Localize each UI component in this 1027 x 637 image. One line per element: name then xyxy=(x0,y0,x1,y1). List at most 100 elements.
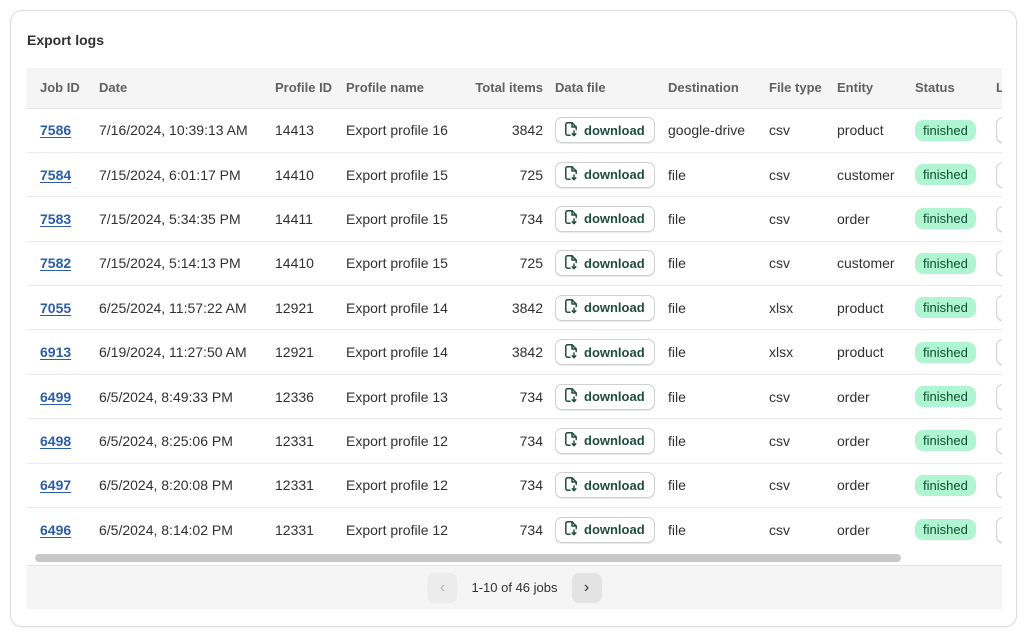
cell-destination: google-drive xyxy=(662,108,763,153)
cell-destination: file xyxy=(662,329,763,375)
table-footer: ‹ 1-10 of 46 jobs › xyxy=(27,565,1002,609)
job-id-link[interactable]: 6913 xyxy=(40,344,71,360)
cell-job-id: 6498 xyxy=(27,418,93,464)
cell-file-type: csv xyxy=(763,418,831,464)
scrollbar-thumb[interactable] xyxy=(35,554,901,562)
job-id-link[interactable]: 7582 xyxy=(40,255,71,271)
job-id-link[interactable]: 6498 xyxy=(40,433,71,449)
cell-date: 6/25/2024, 11:57:22 AM xyxy=(93,285,269,331)
cell-job-id: 7582 xyxy=(27,241,93,287)
table-row: 6498 6/5/2024, 8:25:06 PM 12331 Export prof… xyxy=(27,418,1002,464)
download-button[interactable]: download xyxy=(555,472,655,499)
view-logs-button[interactable] xyxy=(996,516,1002,543)
cell-profile-name: Export profile 12 xyxy=(340,418,466,464)
download-button[interactable]: download xyxy=(555,294,655,321)
status-badge: finished xyxy=(915,252,976,274)
col-header-total-items: Total items xyxy=(466,68,549,109)
download-label: download xyxy=(584,477,645,493)
cell-logs xyxy=(990,329,1002,375)
cell-data-file: download xyxy=(549,374,662,420)
download-button[interactable]: download xyxy=(555,250,655,277)
prev-page-button[interactable]: ‹ xyxy=(427,572,458,603)
cell-date: 6/19/2024, 11:27:50 AM xyxy=(93,329,269,375)
cell-file-type: csv xyxy=(763,463,831,509)
pagination: ‹ 1-10 of 46 jobs › xyxy=(427,572,602,603)
view-logs-button[interactable] xyxy=(996,472,1002,499)
view-logs-button[interactable] xyxy=(996,161,1002,188)
download-button[interactable]: download xyxy=(555,383,655,410)
pagination-label: 1-10 of 46 jobs xyxy=(471,580,558,595)
cell-job-id: 6497 xyxy=(27,463,93,509)
cell-profile-name: Export profile 15 xyxy=(340,152,466,198)
cell-destination: file xyxy=(662,463,763,509)
cell-profile-id: 12921 xyxy=(269,285,340,331)
file-download-icon xyxy=(563,476,579,495)
table-header-row: Job ID Date Profile ID Profile name Tota… xyxy=(27,68,1002,109)
chevron-left-icon: ‹ xyxy=(439,578,446,596)
view-logs-button[interactable] xyxy=(996,294,1002,321)
job-id-link[interactable]: 7584 xyxy=(40,167,71,183)
cell-entity: order xyxy=(831,463,909,509)
cell-status: finished xyxy=(909,374,990,420)
horizontal-scrollbar[interactable] xyxy=(27,551,1002,563)
cell-job-id: 7586 xyxy=(27,108,93,153)
cell-data-file: download xyxy=(549,463,662,509)
download-label: download xyxy=(584,389,645,405)
cell-data-file: download xyxy=(549,508,662,552)
download-button[interactable]: download xyxy=(555,161,655,188)
cell-status: finished xyxy=(909,463,990,509)
download-button[interactable]: download xyxy=(555,339,655,366)
download-button[interactable]: download xyxy=(555,117,655,144)
file-download-icon xyxy=(563,254,579,273)
file-download-icon xyxy=(563,431,579,450)
cell-data-file: download xyxy=(549,108,662,153)
job-id-link[interactable]: 7583 xyxy=(40,211,71,227)
cell-profile-name: Export profile 13 xyxy=(340,374,466,420)
view-logs-button[interactable] xyxy=(996,205,1002,232)
download-label: download xyxy=(584,344,645,360)
status-badge: finished xyxy=(915,386,976,408)
cell-file-type: xlsx xyxy=(763,285,831,331)
download-button[interactable]: download xyxy=(555,427,655,454)
cell-profile-name: Export profile 16 xyxy=(340,108,466,153)
export-logs-table-container: Job ID Date Profile ID Profile name Tota… xyxy=(27,68,1002,565)
cell-destination: file xyxy=(662,418,763,464)
download-button[interactable]: download xyxy=(555,205,655,232)
job-id-link[interactable]: 6499 xyxy=(40,389,71,405)
status-badge: finished xyxy=(915,341,976,363)
job-id-link[interactable]: 7055 xyxy=(40,300,71,316)
cell-total-items: 734 xyxy=(466,418,549,464)
view-logs-button[interactable] xyxy=(996,339,1002,366)
cell-status: finished xyxy=(909,196,990,242)
file-download-icon xyxy=(563,520,579,539)
cell-entity: product xyxy=(831,108,909,153)
download-label: download xyxy=(584,522,645,538)
next-page-button[interactable]: › xyxy=(571,572,602,603)
table-row: 6497 6/5/2024, 8:20:08 PM 12331 Export prof… xyxy=(27,463,1002,509)
cell-status: finished xyxy=(909,329,990,375)
col-header-date: Date xyxy=(93,68,269,109)
view-logs-button[interactable] xyxy=(996,250,1002,277)
cell-date: 6/5/2024, 8:20:08 PM xyxy=(93,463,269,509)
col-header-status: Status xyxy=(909,68,990,109)
cell-logs xyxy=(990,152,1002,198)
download-button[interactable]: download xyxy=(555,516,655,543)
cell-date: 7/15/2024, 5:14:13 PM xyxy=(93,241,269,287)
table-row: 7583 7/15/2024, 5:34:35 PM 14411 Export pro… xyxy=(27,196,1002,242)
cell-data-file: download xyxy=(549,329,662,375)
table-row: 7584 7/15/2024, 6:01:17 PM 14410 Export pro… xyxy=(27,152,1002,198)
cell-job-id: 6496 xyxy=(27,508,93,552)
cell-job-id: 6913 xyxy=(27,329,93,375)
job-id-link[interactable]: 7586 xyxy=(40,122,71,138)
view-logs-button[interactable] xyxy=(996,427,1002,454)
cell-date: 6/5/2024, 8:49:33 PM xyxy=(93,374,269,420)
cell-destination: file xyxy=(662,285,763,331)
view-logs-button[interactable] xyxy=(996,383,1002,410)
job-id-link[interactable]: 6496 xyxy=(40,522,71,538)
job-id-link[interactable]: 6497 xyxy=(40,477,71,493)
cell-entity: order xyxy=(831,374,909,420)
cell-data-file: download xyxy=(549,285,662,331)
cell-entity: product xyxy=(831,285,909,331)
view-logs-button[interactable] xyxy=(996,117,1002,144)
cell-profile-name: Export profile 15 xyxy=(340,241,466,287)
